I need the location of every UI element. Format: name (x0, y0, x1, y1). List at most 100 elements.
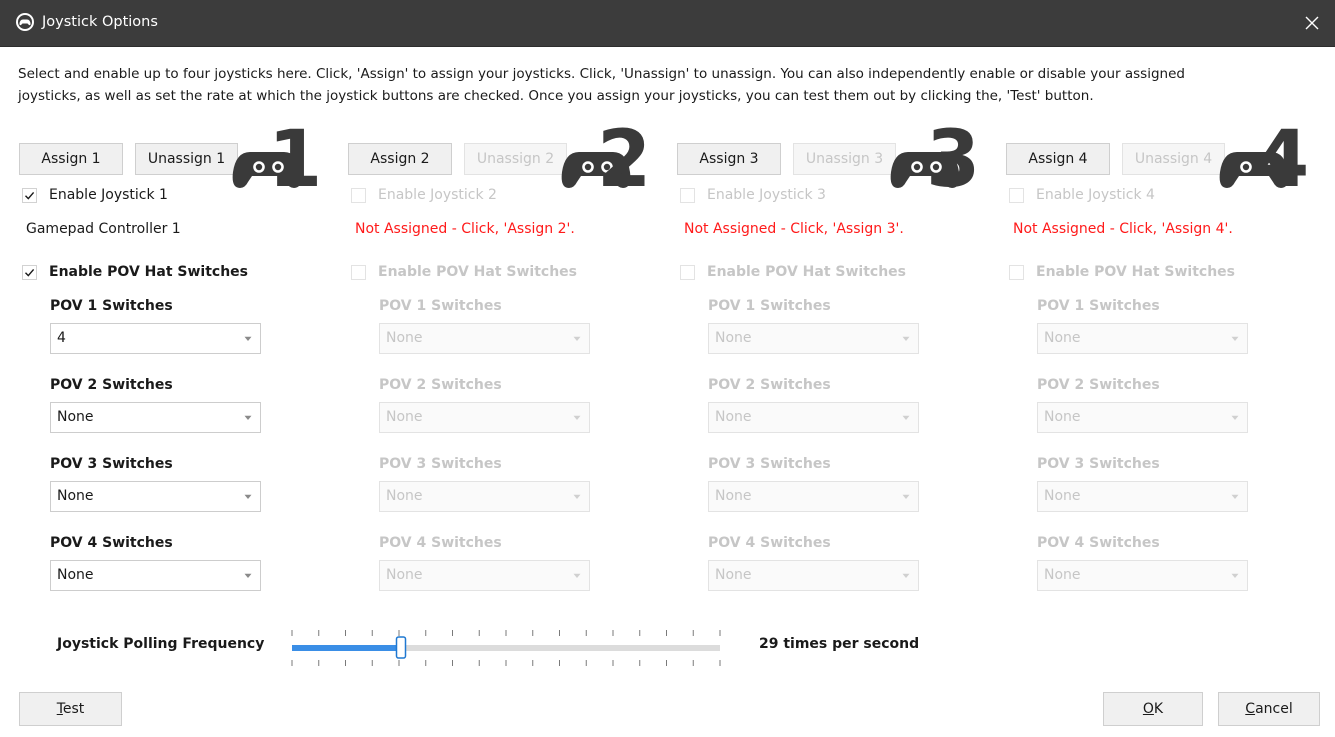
test-label-rest: est (62, 701, 85, 717)
pov-1-label: POV 1 Switches (50, 298, 173, 314)
pov-select-value: None (715, 409, 752, 425)
pov-4-select-3[interactable]: None (708, 560, 919, 591)
pov-select-value: None (715, 330, 752, 346)
enable-pov-label: Enable POV Hat Switches (378, 264, 577, 280)
assign-button-4[interactable]: Assign 4 (1006, 143, 1110, 175)
pov-4-select-1[interactable]: None (50, 560, 261, 591)
enable-joystick-checkbox-4[interactable]: Enable Joystick 4 (1009, 186, 1155, 204)
enable-joystick-checkbox-2[interactable]: Enable Joystick 2 (351, 186, 497, 204)
checkbox-box[interactable] (680, 264, 695, 280)
pov-4-select-2[interactable]: None (379, 560, 590, 591)
polling-frequency-slider[interactable] (288, 624, 724, 666)
joystick-badge-1: 1 (228, 120, 322, 200)
unassign-button-2[interactable]: Unassign 2 (464, 143, 567, 175)
chevron-down-icon (902, 415, 910, 420)
chevron-down-icon (1231, 336, 1239, 341)
test-button[interactable]: Test (19, 692, 122, 726)
joystick-status-4: Not Assigned - Click, 'Assign 4'. (1013, 221, 1233, 237)
checkmark-icon (25, 191, 35, 200)
checkmark-icon (25, 268, 35, 277)
pov-2-select-1[interactable]: None (50, 402, 261, 433)
joystick-status-2: Not Assigned - Click, 'Assign 2'. (355, 221, 575, 237)
pov-3-select-4[interactable]: None (1037, 481, 1248, 512)
enable-joystick-checkbox-1[interactable]: Enable Joystick 1 (22, 186, 168, 204)
chevron-down-icon (244, 494, 252, 499)
pov-3-select-2[interactable]: None (379, 481, 590, 512)
joystick-number-1: 1 (268, 115, 323, 205)
pov-1-select-2[interactable]: None (379, 323, 590, 354)
checkbox-box[interactable] (351, 264, 366, 280)
pov-select-value: None (1044, 409, 1081, 425)
enable-pov-checkbox-1[interactable]: Enable POV Hat Switches (22, 263, 248, 281)
enable-joystick-checkbox-3[interactable]: Enable Joystick 3 (680, 186, 826, 204)
chevron-down-icon (902, 573, 910, 578)
enable-joystick-label: Enable Joystick 3 (707, 187, 826, 203)
pov-3-select-3[interactable]: None (708, 481, 919, 512)
pov-3-label: POV 3 Switches (708, 456, 831, 472)
chevron-down-icon (573, 494, 581, 499)
pov-2-label: POV 2 Switches (708, 377, 831, 393)
checkbox-box[interactable] (1009, 264, 1024, 280)
chevron-down-icon (902, 336, 910, 341)
pov-2-label: POV 2 Switches (50, 377, 173, 393)
pov-select-value: None (1044, 567, 1081, 583)
checkbox-box[interactable] (1009, 187, 1024, 203)
pov-select-value: None (386, 567, 423, 583)
chevron-down-icon (573, 336, 581, 341)
assign-button-1[interactable]: Assign 1 (19, 143, 123, 175)
pov-3-label: POV 3 Switches (1037, 456, 1160, 472)
joystick-column-4: Assign 4 Unassign 4 4 Enable Joystick 4 Not … (987, 0, 1316, 600)
pov-1-label: POV 1 Switches (708, 298, 831, 314)
unassign-button-4[interactable]: Unassign 4 (1122, 143, 1225, 175)
pov-3-label: POV 3 Switches (50, 456, 173, 472)
checkbox-box[interactable] (22, 187, 37, 203)
pov-select-value: None (386, 488, 423, 504)
unassign-button-3[interactable]: Unassign 3 (793, 143, 896, 175)
polling-frequency-value: 29 times per second (759, 636, 920, 652)
enable-joystick-label: Enable Joystick 4 (1036, 187, 1155, 203)
chevron-down-icon (573, 573, 581, 578)
joystick-number-4: 4 (1255, 115, 1310, 205)
ok-button[interactable]: OK (1103, 692, 1203, 726)
pov-4-select-4[interactable]: None (1037, 560, 1248, 591)
pov-select-value: None (57, 488, 94, 504)
pov-2-label: POV 2 Switches (379, 377, 502, 393)
chevron-down-icon (244, 573, 252, 578)
cancel-label-rest: ancel (1255, 701, 1293, 717)
joystick-number-2: 2 (597, 115, 652, 205)
pov-3-select-1[interactable]: None (50, 481, 261, 512)
pov-select-value: 4 (57, 330, 66, 346)
unassign-button-1[interactable]: Unassign 1 (135, 143, 238, 175)
assign-button-3[interactable]: Assign 3 (677, 143, 781, 175)
checkbox-box[interactable] (680, 187, 695, 203)
enable-pov-checkbox-4[interactable]: Enable POV Hat Switches (1009, 263, 1235, 281)
pov-4-label: POV 4 Switches (379, 535, 502, 551)
joystick-column-3: Assign 3 Unassign 3 3 Enable Joystick 3 Not … (658, 0, 987, 600)
checkbox-box[interactable] (22, 264, 37, 280)
joystick-column-2: Assign 2 Unassign 2 2 Enable Joystick 2 Not … (329, 0, 658, 600)
assign-button-2[interactable]: Assign 2 (348, 143, 452, 175)
pov-4-label: POV 4 Switches (708, 535, 831, 551)
cancel-button[interactable]: Cancel (1218, 692, 1320, 726)
joystick-badge-4: 4 (1215, 120, 1309, 200)
pov-select-value: None (1044, 330, 1081, 346)
pov-2-select-4[interactable]: None (1037, 402, 1248, 433)
chevron-down-icon (1231, 494, 1239, 499)
pov-1-select-4[interactable]: None (1037, 323, 1248, 354)
joystick-column-1: Assign 1 Unassign 1 1 Enable Joystick 1 Game… (0, 0, 329, 600)
joystick-badge-2: 2 (557, 120, 651, 200)
pov-1-select-3[interactable]: None (708, 323, 919, 354)
checkbox-box[interactable] (351, 187, 366, 203)
pov-2-select-2[interactable]: None (379, 402, 590, 433)
enable-pov-checkbox-2[interactable]: Enable POV Hat Switches (351, 263, 577, 281)
pov-select-value: None (57, 409, 94, 425)
pov-2-label: POV 2 Switches (1037, 377, 1160, 393)
pov-2-select-3[interactable]: None (708, 402, 919, 433)
enable-pov-checkbox-3[interactable]: Enable POV Hat Switches (680, 263, 906, 281)
pov-1-select-1[interactable]: 4 (50, 323, 261, 354)
pov-4-label: POV 4 Switches (50, 535, 173, 551)
chevron-down-icon (244, 336, 252, 341)
enable-joystick-label: Enable Joystick 1 (49, 187, 168, 203)
pov-1-label: POV 1 Switches (1037, 298, 1160, 314)
chevron-down-icon (1231, 415, 1239, 420)
